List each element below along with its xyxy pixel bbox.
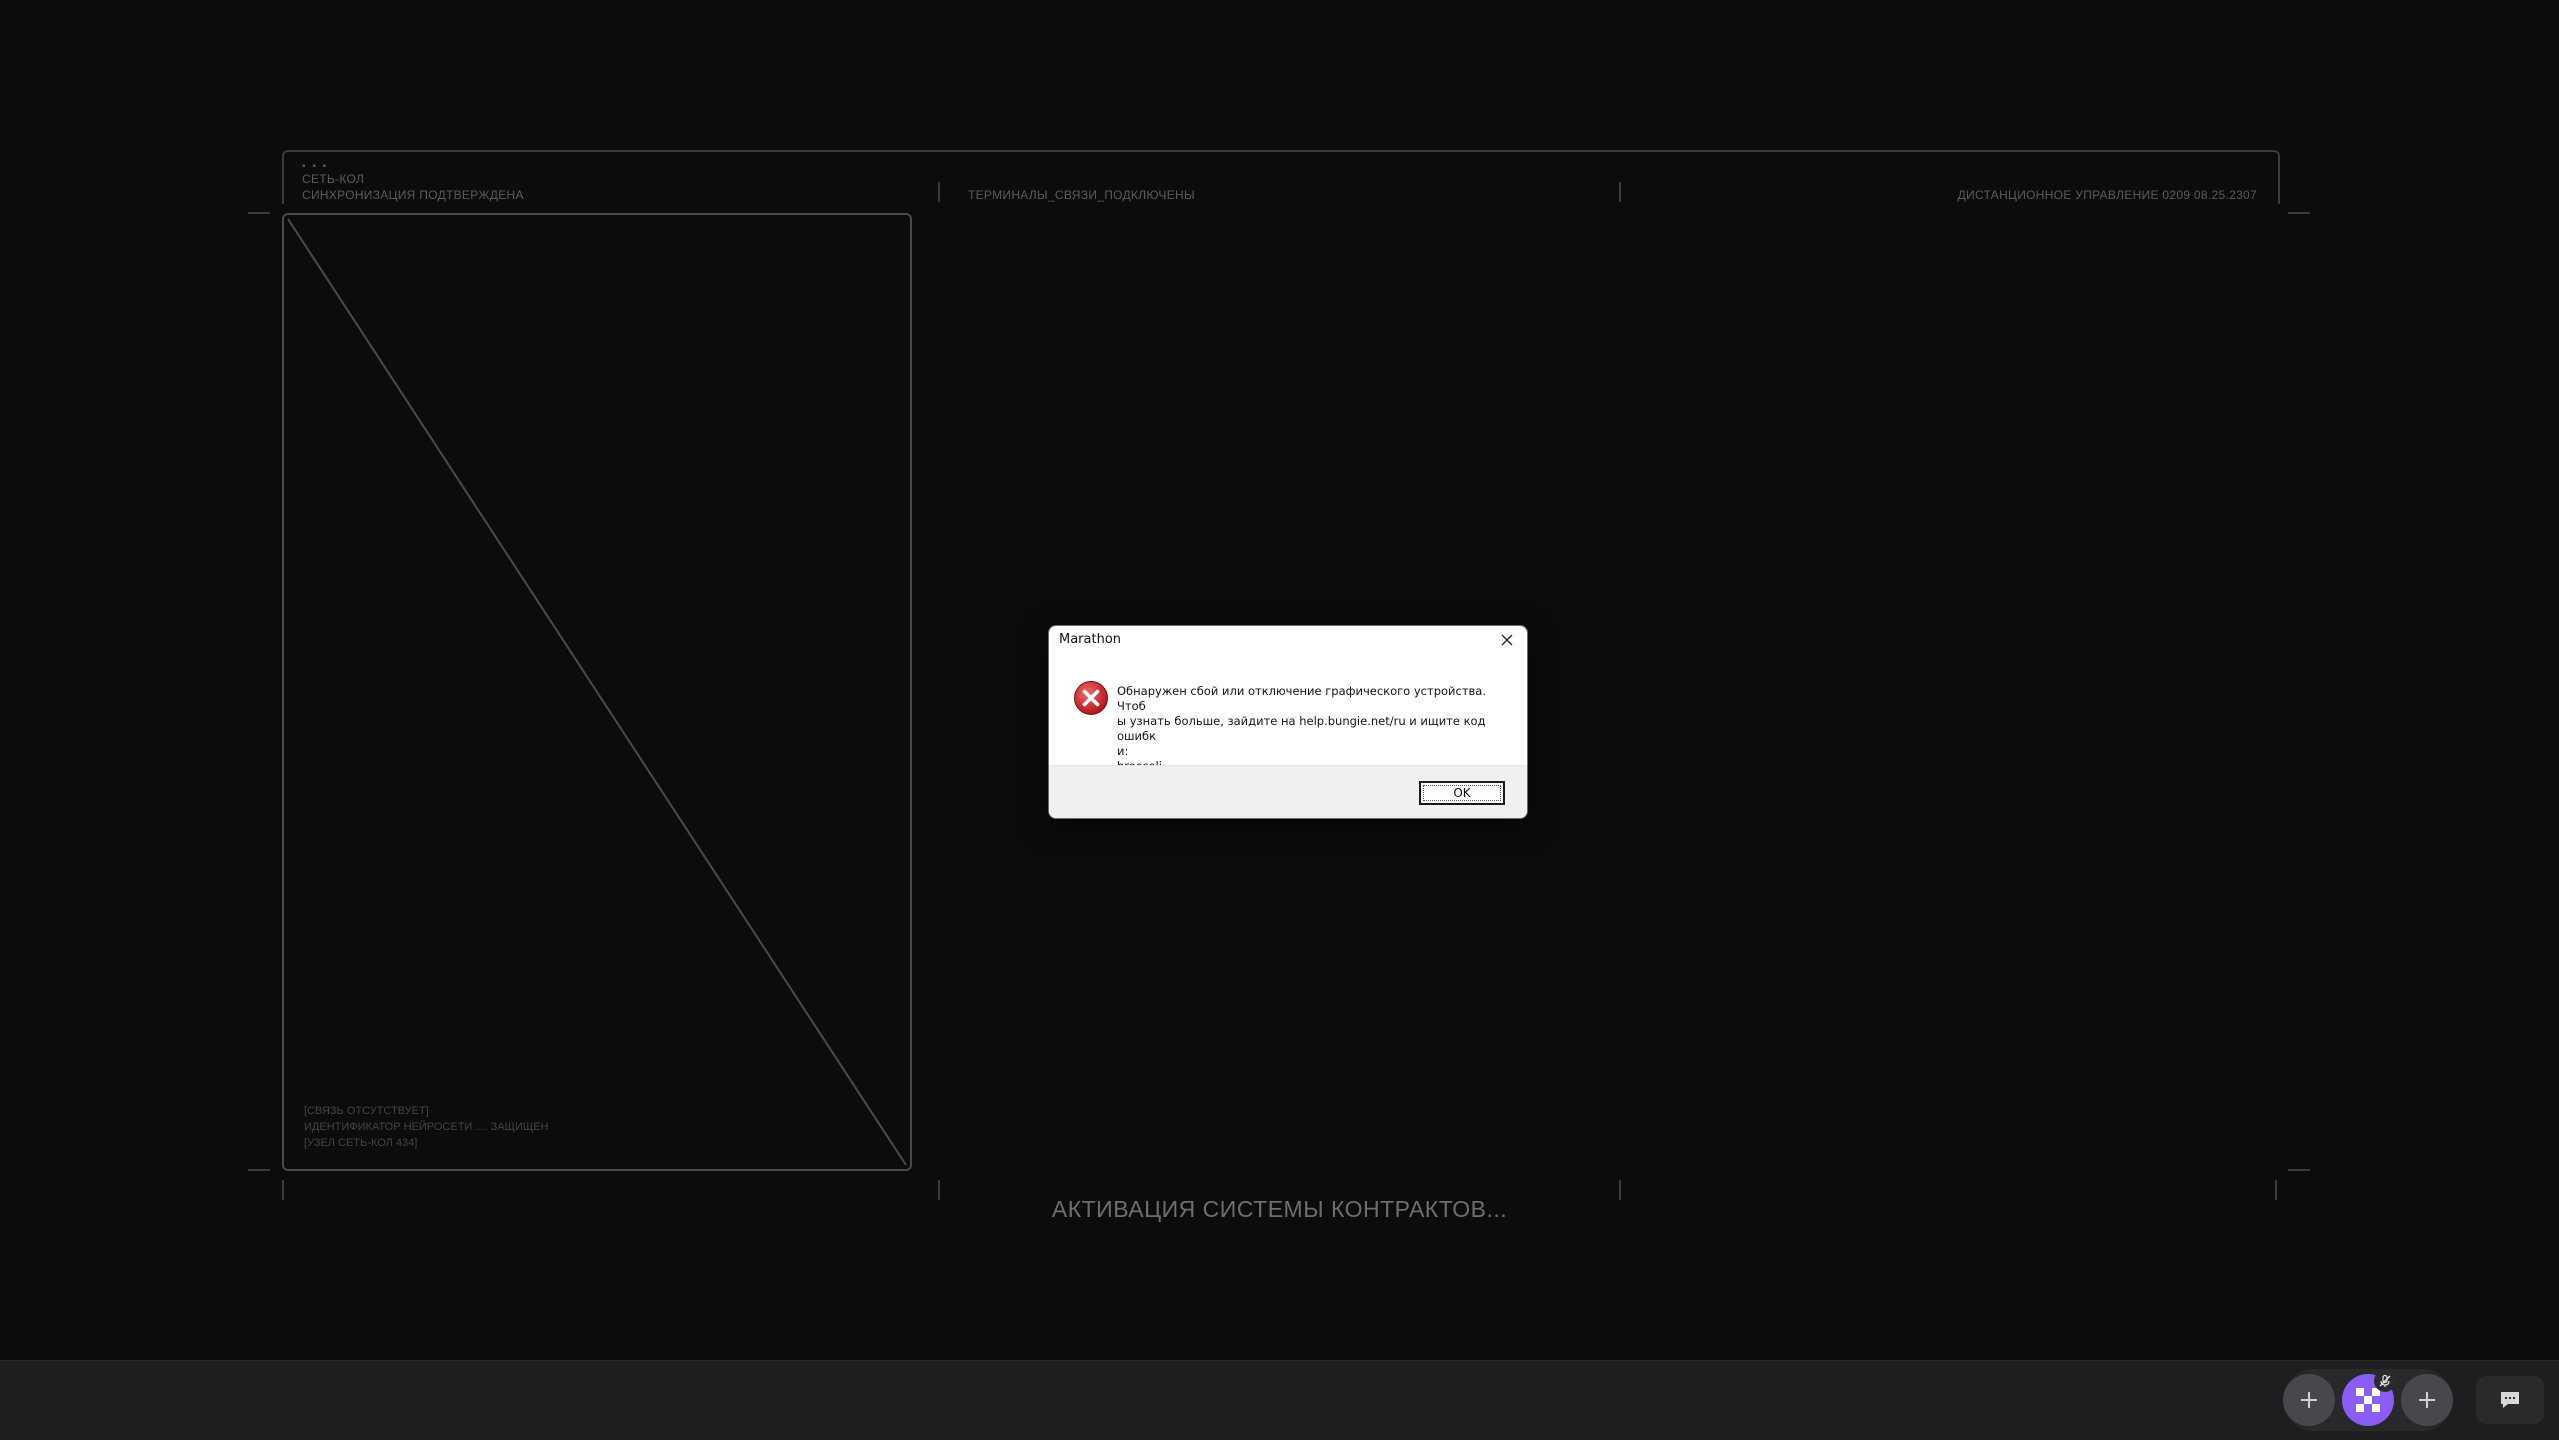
hud-tick: [248, 212, 270, 214]
dialog-close-button[interactable]: [1487, 626, 1527, 654]
panel-placeholder-diagonal: [287, 218, 907, 1166]
hud-divider: [1619, 182, 1621, 202]
panel-footer-line: [УЗЕЛ СЕТЬ-КОЛ 434]: [304, 1137, 418, 1149]
chat-button[interactable]: [2476, 1376, 2544, 1424]
chat-icon: [2501, 1392, 2519, 1408]
dialog-message-line: ы узнать больше, зайдите на help.bungie.…: [1117, 714, 1486, 743]
close-icon: [1501, 634, 1513, 646]
hud-net-label: СЕТЬ-КОЛ: [302, 172, 365, 186]
hud-divider: [938, 182, 940, 202]
dialog-message: Обнаружен сбой или отключение графическо…: [1117, 684, 1507, 774]
error-icon: [1074, 681, 1108, 715]
hud-tick: [2288, 212, 2310, 214]
hud-dots: ▪ ▪ ▪: [302, 161, 329, 172]
activation-status: АКТИВАЦИЯ СИСТЕМЫ КОНТРАКТОВ...: [1051, 1196, 1508, 1222]
hud-remote-label: ДИСТАНЦИОННОЕ УПРАВЛЕНИЕ 0209 08.25.2307: [1957, 188, 2257, 202]
panel-footer-line: ИДЕНТИФИКАТОР НЕЙРОСЕТИ .... ЗАЩИЩЕН: [304, 1121, 549, 1133]
hud-tick: [2288, 1169, 2310, 1171]
dialog-message-line: Обнаружен сбой или отключение графическо…: [1117, 684, 1487, 713]
crosshair-button-left[interactable]: [2283, 1374, 2335, 1426]
ok-button[interactable]: OK: [1419, 781, 1505, 805]
crosshair-icon: [2301, 1392, 2317, 1408]
crosshair-icon: [2419, 1392, 2435, 1408]
mic-muted-icon: [2379, 1374, 2391, 1387]
hud-sync-label: СИНХРОНИЗАЦИЯ ПОДТВЕРЖДЕНА: [302, 188, 524, 202]
contract-image-panel: [СВЯЗЬ ОТСУТСТВУЕТ] ИДЕНТИФИКАТОР НЕЙРОС…: [282, 213, 912, 1171]
panel-footer: [СВЯЗЬ ОТСУТСТВУЕТ] ИДЕНТИФИКАТОР НЕЙРОС…: [304, 1103, 548, 1151]
overlay-bar: [0, 1360, 2559, 1440]
dialog-title: Marathon: [1059, 632, 1122, 647]
error-dialog: Marathon Обнаружен сбой или отключение г…: [1048, 625, 1528, 819]
hud-terminals-label: ТЕРМИНАЛЫ_СВЯЗИ_ПОДКЛЮЧЕНЫ: [968, 188, 1195, 202]
panel-footer-line: [СВЯЗЬ ОТСУТСТВУЕТ]: [304, 1105, 429, 1117]
mic-muted-badge[interactable]: [2374, 1370, 2396, 1392]
crosshair-button-right[interactable]: [2401, 1374, 2453, 1426]
dialog-message-line: и:: [1117, 744, 1129, 758]
hud-tick: [248, 1169, 270, 1171]
